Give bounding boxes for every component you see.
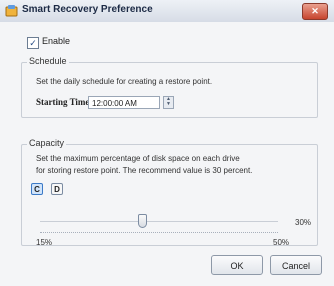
capacity-title: Capacity bbox=[27, 138, 67, 148]
capacity-description-line2: for storing restore point. The recommend… bbox=[36, 166, 253, 175]
capacity-slider-track[interactable] bbox=[40, 221, 278, 222]
spin-down-icon: ▼ bbox=[166, 101, 171, 107]
time-spinner[interactable]: ▲ ▼ bbox=[163, 96, 174, 109]
title-bar: Smart Recovery Preference ✕ bbox=[0, 0, 334, 23]
cancel-button[interactable]: Cancel bbox=[270, 255, 322, 275]
capacity-slider-thumb[interactable] bbox=[137, 214, 147, 228]
checkmark-icon: ✓ bbox=[29, 38, 37, 48]
slider-value-label: 30% bbox=[295, 218, 312, 227]
starting-time-input[interactable]: 12:00:00 AM bbox=[88, 96, 160, 109]
drive-d-button[interactable]: D bbox=[51, 183, 63, 195]
drive-c-button[interactable]: C bbox=[31, 183, 43, 195]
ok-button[interactable]: OK bbox=[211, 255, 263, 275]
slider-min-label: 15% bbox=[36, 238, 53, 247]
starting-time-label: Starting Time : bbox=[36, 97, 95, 107]
schedule-group bbox=[21, 62, 318, 118]
capacity-description-line1: Set the maximum percentage of disk space… bbox=[36, 154, 240, 163]
slider-ticks bbox=[40, 232, 278, 235]
slider-max-label: 50% bbox=[273, 238, 290, 247]
enable-checkbox[interactable]: ✓ bbox=[27, 37, 39, 49]
schedule-description: Set the daily schedule for creating a re… bbox=[36, 77, 213, 86]
window-title: Smart Recovery Preference bbox=[22, 4, 153, 15]
schedule-title: Schedule bbox=[27, 56, 69, 66]
app-icon bbox=[5, 5, 18, 17]
enable-label: Enable bbox=[42, 36, 71, 46]
close-icon: ✕ bbox=[311, 6, 319, 16]
close-button[interactable]: ✕ bbox=[302, 3, 328, 20]
